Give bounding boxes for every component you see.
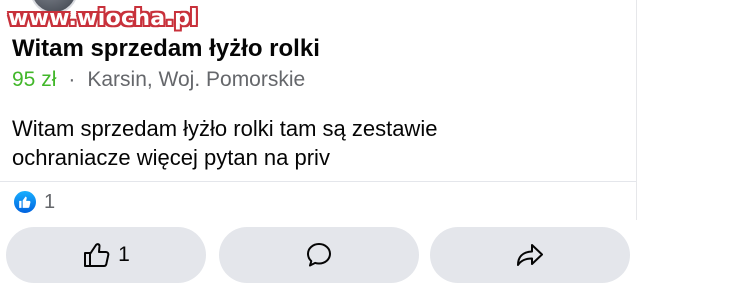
comment-button[interactable] <box>219 227 419 283</box>
thumbs-up-icon <box>84 243 110 267</box>
comment-icon <box>307 243 331 267</box>
meta-separator: · <box>68 68 76 91</box>
description-line: ochraniacze więcej pytan na priv <box>12 145 330 170</box>
share-icon <box>517 244 543 266</box>
right-gutter <box>636 0 637 220</box>
like-button[interactable]: 1 <box>6 227 206 283</box>
divider <box>0 181 636 182</box>
description-line: Witam sprzedam łyżło rolki tam są zestaw… <box>12 116 438 141</box>
thumbs-up-icon <box>19 196 31 208</box>
watermark-logo: www.wiocha.pl <box>8 6 198 31</box>
listing-title[interactable]: Witam sprzedam łyżło rolki <box>12 34 320 64</box>
listing-location[interactable]: Karsin, Woj. Pomorskie <box>87 68 305 91</box>
listing-price: 95 zł <box>12 68 57 91</box>
reaction-summary[interactable]: 1 <box>12 188 55 216</box>
listing-description: Witam sprzedam łyżło rolki tam są zestaw… <box>12 114 612 172</box>
reaction-count: 1 <box>44 190 56 213</box>
marketplace-post: www.wiocha.pl Witam sprzedam łyżło rolki… <box>0 0 750 283</box>
like-reaction-icon <box>12 189 38 215</box>
share-button[interactable] <box>430 227 630 283</box>
listing-meta: 95 zł · Karsin, Woj. Pomorskie <box>12 67 305 93</box>
like-count: 1 <box>118 243 130 266</box>
